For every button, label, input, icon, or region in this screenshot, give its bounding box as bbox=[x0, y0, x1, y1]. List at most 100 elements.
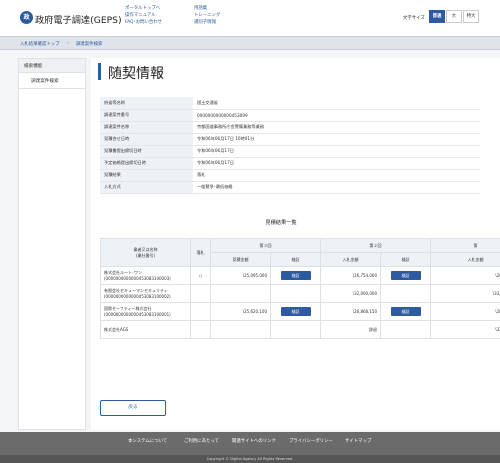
sidebar-item-case-search[interactable]: 調達案件検索 bbox=[19, 73, 85, 89]
info-label: 調達案件名称 bbox=[100, 121, 193, 134]
round1-amount: \28,479,99 bbox=[430, 266, 500, 285]
award-cell bbox=[190, 320, 211, 339]
footer-link-sitemap[interactable]: サイトマップ bbox=[345, 438, 371, 444]
info-label: 調達案件番号 bbox=[100, 109, 193, 122]
geps-logo-icon[interactable]: 政 bbox=[20, 11, 33, 24]
verify-cell bbox=[380, 320, 431, 339]
info-value: 令和06年06月17日 bbox=[193, 157, 480, 170]
round3-amount: \25,620,100 bbox=[210, 302, 271, 321]
info-value: 一般競争･最低価格 bbox=[193, 181, 480, 194]
info-value: 落札 bbox=[193, 169, 480, 182]
info-label: 見積結果 bbox=[100, 169, 193, 182]
verify-button[interactable]: 検証 bbox=[280, 271, 311, 280]
site-title[interactable]: 政府電子調達(GEPS) bbox=[35, 12, 122, 26]
bidder-cell: 有限会社セキューマンセキュリティ (00000000000004530831000… bbox=[100, 284, 191, 303]
glossary-link[interactable]: 用語集 bbox=[194, 5, 207, 11]
bidder-code: (0000000000000453083100003) bbox=[104, 276, 171, 281]
col-header-verify: 検証 bbox=[270, 252, 321, 267]
info-row: 予定価格提出締切日時 令和06年06月17日 bbox=[100, 157, 480, 170]
breadcrumb: 入札結果確認トップ › 調達案件検索 bbox=[0, 36, 500, 50]
info-label: 見積合せ日時 bbox=[100, 133, 193, 146]
bidder-cell: 国際セーフティー株式会社 (0000000000000453083100001) bbox=[100, 302, 191, 321]
col-header-round-1: 第 bbox=[430, 238, 500, 253]
verify-cell: 検証 bbox=[380, 302, 431, 321]
sidebar-heading: 検索機能 bbox=[19, 59, 85, 73]
table-row: 有限会社セキューマンセキュリティ (00000000000004530831000… bbox=[100, 284, 500, 303]
info-value: 令和06年06月17日 bbox=[193, 145, 480, 158]
round3-amount: \25,095,000 bbox=[210, 266, 271, 285]
col-header-amount: 見積金額 bbox=[210, 252, 271, 267]
info-value: 0000000000000453099 bbox=[193, 109, 480, 122]
training-link[interactable]: トレーニング bbox=[194, 12, 220, 18]
info-row: 調達案件番号 0000000000000453099 bbox=[100, 109, 480, 122]
info-label: 予定価格提出締切日時 bbox=[100, 157, 193, 170]
info-value: 京都国道事務所庁舎警備業務等業務 bbox=[193, 121, 480, 134]
bidder-name: 株式会社AGS bbox=[104, 326, 129, 332]
bidder-code: (0000000000000453083100001) bbox=[104, 312, 171, 317]
info-label: 入札方式 bbox=[100, 181, 193, 194]
round1-amount: \33,000,000 bbox=[430, 284, 500, 303]
verify-cell bbox=[270, 284, 321, 303]
verify-button[interactable]: 検証 bbox=[390, 307, 421, 316]
col-header-verify: 検証 bbox=[380, 252, 431, 267]
col-header-award: 落札 bbox=[190, 238, 211, 267]
faq-link[interactable]: FAQ･お問い合わせ bbox=[125, 19, 162, 25]
verify-cell bbox=[270, 320, 321, 339]
results-table: 業者又は名称 (業社番号) 落札 第３回 第２回 第 見積金額 検証 入札金額 … bbox=[100, 238, 500, 339]
info-row: 見積書提出締切日時 令和06年06月17日 bbox=[100, 145, 480, 158]
col-header-bidder: 業者又は名称 (業社番号) bbox=[100, 238, 191, 267]
font-size-large-button[interactable]: 大 bbox=[446, 10, 462, 23]
footer-link-related[interactable]: 関連サイトへのリンク bbox=[232, 438, 276, 444]
footer-link-privacy[interactable]: プライバシーポリシー bbox=[289, 438, 333, 444]
info-value: 令和06年06月17日 10時01分 bbox=[193, 133, 480, 146]
back-button[interactable]: 戻る bbox=[100, 400, 166, 416]
bidder-code: (0000000000000453083100002) bbox=[104, 294, 171, 299]
verify-cell: 検証 bbox=[270, 302, 321, 321]
round3-amount bbox=[210, 320, 271, 339]
info-label: 見積書提出締切日時 bbox=[100, 145, 193, 158]
info-table: 府省等名称 国土交通省 調達案件番号 0000000000000453099 調達案件名… bbox=[100, 97, 480, 194]
sidebar: 検索機能 調達案件検索 bbox=[18, 58, 86, 430]
col-header-amount: 入札金額 bbox=[430, 252, 500, 267]
round2-amount: 辞退 bbox=[320, 320, 381, 339]
verify-button[interactable]: 検証 bbox=[280, 307, 311, 316]
footer-link-about[interactable]: 本システムについて bbox=[128, 438, 167, 444]
font-size-label: 文字サイズ bbox=[403, 16, 425, 21]
award-cell bbox=[190, 302, 211, 321]
results-caption: 見積結果一覧 bbox=[265, 220, 297, 226]
site-footer: 本システムについて ご利用にあたって 関連サイトへのリンク プライバシーポリシー… bbox=[0, 432, 500, 463]
page-title: 随契情報 bbox=[108, 66, 164, 82]
breadcrumb-separator: › bbox=[67, 40, 69, 46]
copyright: Copyright © Digital Agency All Rights Re… bbox=[0, 455, 500, 463]
portal-top-link[interactable]: ポータルトップへ bbox=[125, 5, 160, 11]
round3-amount bbox=[210, 284, 271, 303]
info-value: 国土交通省 bbox=[193, 97, 480, 110]
col-header-amount: 入札金額 bbox=[320, 252, 381, 267]
font-size-xlarge-button[interactable]: 特大 bbox=[463, 10, 479, 23]
verify-cell bbox=[380, 284, 431, 303]
bidder-cell: 株式会社AGS bbox=[100, 320, 191, 339]
col-header-round-3: 第３回 bbox=[210, 238, 321, 253]
table-row: 株式会社ルート･ワン (0000000000000453083100003) ○ \2… bbox=[100, 266, 500, 285]
breadcrumb-item-top[interactable]: 入札結果確認トップ bbox=[20, 41, 60, 47]
identifier-info-link[interactable]: 識別子情報 bbox=[194, 19, 216, 25]
main-content: 随契情報 府省等名称 国土交通省 調達案件番号 0000000000000453099… bbox=[91, 58, 500, 430]
font-size-normal-button[interactable]: 普通 bbox=[429, 10, 445, 23]
info-label: 府省等名称 bbox=[100, 97, 193, 110]
table-row: 国際セーフティー株式会社 (0000000000000453083100001) \… bbox=[100, 302, 500, 321]
verify-button[interactable]: 検証 bbox=[390, 271, 421, 280]
info-row: 調達案件名称 京都国道事務所庁舎警備業務等業務 bbox=[100, 121, 480, 134]
bidder-cell: 株式会社ルート･ワン (0000000000000453083100003) bbox=[100, 266, 191, 285]
award-cell: ○ bbox=[190, 266, 211, 285]
table-row: 株式会社AGS 辞退 \32,145,40 bbox=[100, 320, 500, 339]
manual-link[interactable]: 操作マニュアル bbox=[125, 12, 156, 18]
footer-link-usage[interactable]: ご利用にあたって bbox=[184, 438, 219, 444]
breadcrumb-item-search[interactable]: 調達案件検索 bbox=[76, 41, 102, 47]
info-row: 入札方式 一般競争･最低価格 bbox=[100, 181, 480, 194]
info-row: 府省等名称 国土交通省 bbox=[100, 97, 480, 110]
award-cell bbox=[190, 284, 211, 303]
round1-amount: \32,145,40 bbox=[430, 320, 500, 339]
verify-cell: 検証 bbox=[270, 266, 321, 285]
round1-amount: \28,879,75 bbox=[430, 302, 500, 321]
info-row: 見積結果 落札 bbox=[100, 169, 480, 182]
